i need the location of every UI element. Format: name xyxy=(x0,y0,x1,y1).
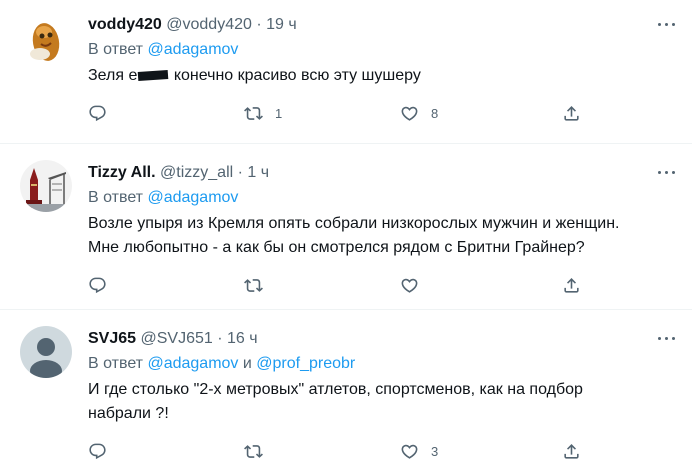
like-icon xyxy=(400,276,419,295)
share-icon xyxy=(562,442,581,461)
retweet-icon xyxy=(244,442,263,461)
reply-button[interactable] xyxy=(88,274,107,296)
like-button[interactable]: 8 xyxy=(400,102,438,124)
redaction-mark xyxy=(138,70,169,82)
reply-icon xyxy=(88,276,107,295)
separator-dot: · xyxy=(217,330,223,347)
timestamp[interactable]: 1 ч xyxy=(247,164,269,181)
author-handle[interactable]: @voddy420 xyxy=(166,16,252,33)
tweet-voddy420[interactable]: voddy420 @voddy420 · 19 ч В ответ @adaga… xyxy=(0,0,692,143)
more-icon[interactable] xyxy=(656,329,678,349)
tweet-text: Возле упыря из Кремля опять собрали низк… xyxy=(88,212,668,260)
like-button[interactable]: 3 xyxy=(400,440,438,462)
text-line: Возле упыря из Кремля опять собрали низк… xyxy=(88,215,620,232)
tweet-tizzy-all[interactable]: Tizzy All. @tizzy_all · 1 ч В ответ @ada… xyxy=(0,144,692,309)
retweet-button[interactable] xyxy=(244,274,275,296)
action-bar xyxy=(88,274,588,296)
text-line: И где столько "2-х метровых" атлетов, сп… xyxy=(88,381,583,398)
tweet-svj65[interactable]: SVJ65 @SVJ651 · 16 ч В ответ @adagamov и… xyxy=(0,310,692,473)
mention-link[interactable]: @adagamov xyxy=(147,355,238,372)
reply-context: В ответ @adagamov xyxy=(88,40,238,60)
timestamp[interactable]: 19 ч xyxy=(266,16,297,33)
action-bar: 1 8 xyxy=(88,102,588,124)
separator-dot: · xyxy=(237,164,243,181)
text-part: Зеля е xyxy=(88,67,138,84)
like-icon xyxy=(400,442,419,461)
reply-button[interactable] xyxy=(88,440,107,462)
avatar[interactable] xyxy=(20,14,72,66)
like-count: 8 xyxy=(431,105,439,121)
author-name[interactable]: SVJ65 xyxy=(88,330,136,347)
tweet-text: И где столько "2-х метровых" атлетов, сп… xyxy=(88,378,668,426)
reply-context: В ответ @adagamov xyxy=(88,188,238,208)
author-handle[interactable]: @tizzy_all xyxy=(160,164,233,181)
avatar[interactable] xyxy=(20,160,72,212)
author-name[interactable]: Tizzy All. xyxy=(88,164,156,181)
like-icon xyxy=(400,104,419,123)
tweet-text: Зеля е конечно красиво всю эту шушеру xyxy=(88,64,668,88)
mention-link[interactable]: @adagamov xyxy=(147,41,238,58)
share-button[interactable] xyxy=(562,440,581,462)
reply-context: В ответ @adagamov и @prof_preobr xyxy=(88,354,355,374)
author-handle[interactable]: @SVJ651 xyxy=(141,330,213,347)
retweet-button[interactable]: 1 xyxy=(244,102,282,124)
reply-icon xyxy=(88,104,107,123)
text-line: Мне любопытно - а как бы он смотрелся ря… xyxy=(88,239,585,256)
retweet-count: 1 xyxy=(275,105,283,121)
mention-link[interactable]: @prof_preobr xyxy=(256,355,355,372)
mention-join: и xyxy=(242,355,252,372)
more-icon[interactable] xyxy=(656,15,678,35)
reply-prefix: В ответ xyxy=(88,355,144,372)
more-icon[interactable] xyxy=(656,163,678,183)
like-button[interactable] xyxy=(400,274,431,296)
reply-icon xyxy=(88,442,107,461)
author-name[interactable]: voddy420 xyxy=(88,16,162,33)
retweet-icon xyxy=(244,104,263,123)
avatar[interactable] xyxy=(20,326,72,378)
reply-prefix: В ответ xyxy=(88,41,144,58)
share-icon xyxy=(562,104,581,123)
retweet-icon xyxy=(244,276,263,295)
share-icon xyxy=(562,276,581,295)
text-line: набрали ?! xyxy=(88,405,169,422)
mention-link[interactable]: @adagamov xyxy=(147,189,238,206)
text-part: конечно красиво всю эту шушеру xyxy=(169,67,421,84)
reply-prefix: В ответ xyxy=(88,189,144,206)
separator-dot: · xyxy=(256,16,262,33)
reply-button[interactable] xyxy=(88,102,107,124)
retweet-button[interactable] xyxy=(244,440,275,462)
like-count: 3 xyxy=(431,443,439,459)
timestamp[interactable]: 16 ч xyxy=(227,330,258,347)
share-button[interactable] xyxy=(562,274,581,296)
action-bar: 3 xyxy=(88,440,588,462)
share-button[interactable] xyxy=(562,102,581,124)
